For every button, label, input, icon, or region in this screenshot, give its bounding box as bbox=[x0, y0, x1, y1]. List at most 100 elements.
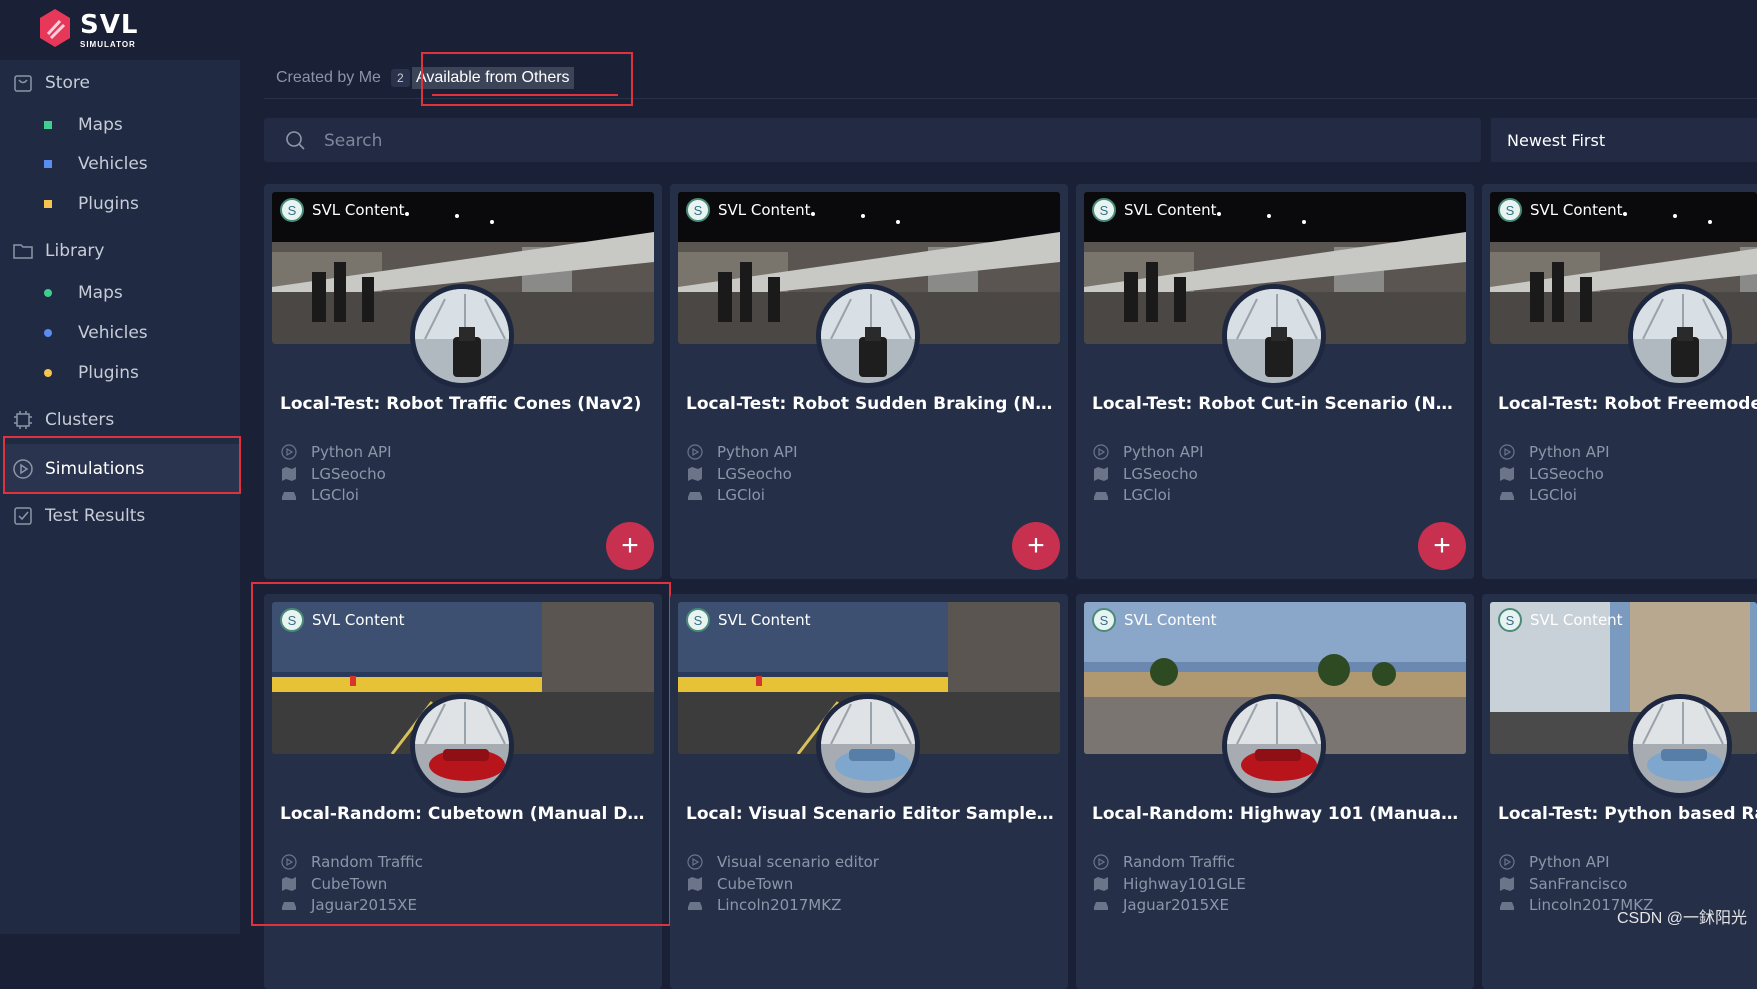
card-map-label: LGSeocho bbox=[717, 465, 792, 483]
car-icon bbox=[688, 902, 702, 910]
checklist-icon bbox=[14, 507, 32, 525]
watermark: CSDN @一鉥阳光 bbox=[1616, 910, 1747, 927]
nav-library-vehicles-label: Vehicles bbox=[78, 323, 148, 343]
simulation-card[interactable]: S SVL Content Local-Test: Robot Traffic … bbox=[264, 184, 662, 579]
card-api: Random Traffic bbox=[280, 852, 423, 872]
card-badge: S SVL Content bbox=[1498, 608, 1623, 632]
card-map-label: LGSeocho bbox=[1123, 465, 1198, 483]
maps-square-icon bbox=[44, 121, 52, 129]
card-vehicle-avatar bbox=[1628, 694, 1732, 798]
card-map: LGSeocho bbox=[1092, 464, 1198, 484]
tab-created-by-me[interactable]: Created by Me 2 bbox=[276, 60, 410, 96]
card-api-label: Random Traffic bbox=[1123, 853, 1235, 871]
simulation-card[interactable]: S SVL Content Local: Visual Scenario Edi… bbox=[670, 594, 1068, 989]
card-badge: S SVL Content bbox=[1498, 198, 1623, 222]
plugins-square-icon bbox=[44, 200, 52, 208]
card-vehicle: Lincoln2017MKZ bbox=[686, 895, 841, 915]
card-api-label: Random Traffic bbox=[311, 853, 423, 871]
nav-library-maps[interactable]: Maps bbox=[0, 275, 240, 311]
vehicles-dot-icon bbox=[44, 329, 52, 337]
sort-selected-value: Newest First bbox=[1507, 131, 1606, 150]
tab-created-label: Created by Me bbox=[276, 69, 381, 86]
nav-library-plugins-label: Plugins bbox=[78, 363, 139, 383]
simulation-card[interactable]: S SVL Content Local-Random: Highway 101 … bbox=[1076, 594, 1474, 989]
card-api-label: Python API bbox=[1123, 443, 1204, 461]
svl-avatar-icon: S bbox=[1498, 198, 1522, 222]
card-badge: S SVL Content bbox=[686, 608, 811, 632]
nav-store[interactable]: Store bbox=[0, 63, 240, 103]
car-icon bbox=[282, 902, 296, 910]
card-map: LGSeocho bbox=[1498, 464, 1604, 484]
card-title: Local-Test: Robot Freemode (Nav2) bbox=[1498, 394, 1757, 414]
card-map: Highway101GLE bbox=[1092, 874, 1246, 894]
card-badge-label: SVL Content bbox=[312, 201, 405, 219]
svl-avatar-icon: S bbox=[1092, 198, 1116, 222]
play-circle-icon bbox=[687, 854, 703, 870]
add-simulation-button[interactable]: + bbox=[1418, 522, 1466, 570]
card-title: Local: Visual Scenario Editor Sample Sim… bbox=[686, 804, 1056, 824]
play-circle-icon bbox=[1499, 444, 1515, 460]
simulation-card[interactable]: S SVL Content Local-Test: Robot Cut-in S… bbox=[1076, 184, 1474, 579]
nav-library[interactable]: Library bbox=[0, 231, 240, 271]
card-vehicle-avatar bbox=[1628, 284, 1732, 388]
nav-clusters[interactable]: Clusters bbox=[0, 400, 240, 440]
nav-test-results[interactable]: Test Results bbox=[0, 496, 240, 536]
card-map-label: LGSeocho bbox=[311, 465, 386, 483]
nav-simulations-label: Simulations bbox=[45, 459, 145, 479]
nav-simulations[interactable]: Simulations bbox=[4, 444, 240, 494]
card-vehicle-label: Jaguar2015XE bbox=[1123, 896, 1229, 914]
card-badge-label: SVL Content bbox=[718, 201, 811, 219]
card-vehicle: Jaguar2015XE bbox=[280, 895, 417, 915]
svl-avatar-icon: S bbox=[686, 198, 710, 222]
tab-available-label: Available from Others bbox=[412, 67, 574, 89]
sidebar: Store Maps Vehicles Plugins Library Maps… bbox=[0, 60, 240, 934]
tab-bar: Created by Me 2 Available from Others bbox=[264, 60, 1757, 99]
card-badge: S SVL Content bbox=[1092, 198, 1217, 222]
card-badge: S SVL Content bbox=[280, 608, 405, 632]
card-map-label: Highway101GLE bbox=[1123, 875, 1246, 893]
card-vehicle-label: Lincoln2017MKZ bbox=[717, 896, 842, 914]
car-icon bbox=[1094, 492, 1108, 500]
search-input[interactable]: Search bbox=[324, 131, 382, 151]
card-api: Visual scenario editor bbox=[686, 852, 879, 872]
nav-store-vehicles-label: Vehicles bbox=[78, 154, 148, 174]
nav-store-plugins[interactable]: Plugins bbox=[0, 186, 240, 222]
simulation-card[interactable]: S SVL Content Local-Random: Cubetown (Ma… bbox=[264, 594, 662, 989]
nav-library-vehicles[interactable]: Vehicles bbox=[0, 315, 240, 351]
map-icon bbox=[282, 877, 296, 891]
nav-store-vehicles[interactable]: Vehicles bbox=[0, 146, 240, 182]
nav-library-plugins[interactable]: Plugins bbox=[0, 355, 240, 391]
sort-select[interactable]: Newest First bbox=[1491, 118, 1757, 162]
card-map-label: CubeTown bbox=[311, 875, 388, 893]
folder-icon bbox=[13, 244, 33, 259]
car-icon bbox=[282, 492, 296, 500]
simulation-card[interactable]: S SVL Content Local-Test: Robot Freemode… bbox=[1482, 184, 1757, 579]
card-api-label: Visual scenario editor bbox=[717, 853, 879, 871]
card-vehicle-label: LGCloi bbox=[1123, 486, 1171, 504]
nav-store-maps[interactable]: Maps bbox=[0, 107, 240, 143]
card-title: Local-Test: Robot Traffic Cones (Nav2) bbox=[280, 394, 642, 414]
tab-available-from-others[interactable]: Available from Others bbox=[412, 60, 574, 96]
card-badge-label: SVL Content bbox=[718, 611, 811, 629]
card-title: Local-Random: Cubetown (Manual Drive) bbox=[280, 804, 650, 824]
svl-avatar-icon: S bbox=[280, 198, 304, 222]
card-api-label: Python API bbox=[717, 443, 798, 461]
card-vehicle: LGCloi bbox=[280, 485, 359, 505]
simulation-card[interactable]: S SVL Content Local-Test: Python based R… bbox=[1482, 594, 1757, 989]
app-logo[interactable]: SVL SIMULATOR bbox=[38, 8, 198, 52]
card-vehicle-avatar bbox=[410, 694, 514, 798]
nav-test-results-label: Test Results bbox=[45, 506, 146, 526]
tab-created-count: 2 bbox=[390, 69, 410, 87]
vehicles-square-icon bbox=[44, 160, 52, 168]
add-simulation-button[interactable]: + bbox=[1012, 522, 1060, 570]
map-icon bbox=[688, 467, 702, 481]
card-vehicle-avatar bbox=[1222, 694, 1326, 798]
card-vehicle-label: LGCloi bbox=[311, 486, 359, 504]
card-vehicle: LGCloi bbox=[686, 485, 765, 505]
card-map-label: SanFrancisco bbox=[1529, 875, 1628, 893]
card-badge: S SVL Content bbox=[1092, 608, 1217, 632]
simulation-card[interactable]: S SVL Content Local-Test: Robot Sudden B… bbox=[670, 184, 1068, 579]
search-bar[interactable]: Search bbox=[264, 118, 1481, 162]
add-simulation-button[interactable]: + bbox=[606, 522, 654, 570]
car-icon bbox=[1500, 902, 1514, 910]
